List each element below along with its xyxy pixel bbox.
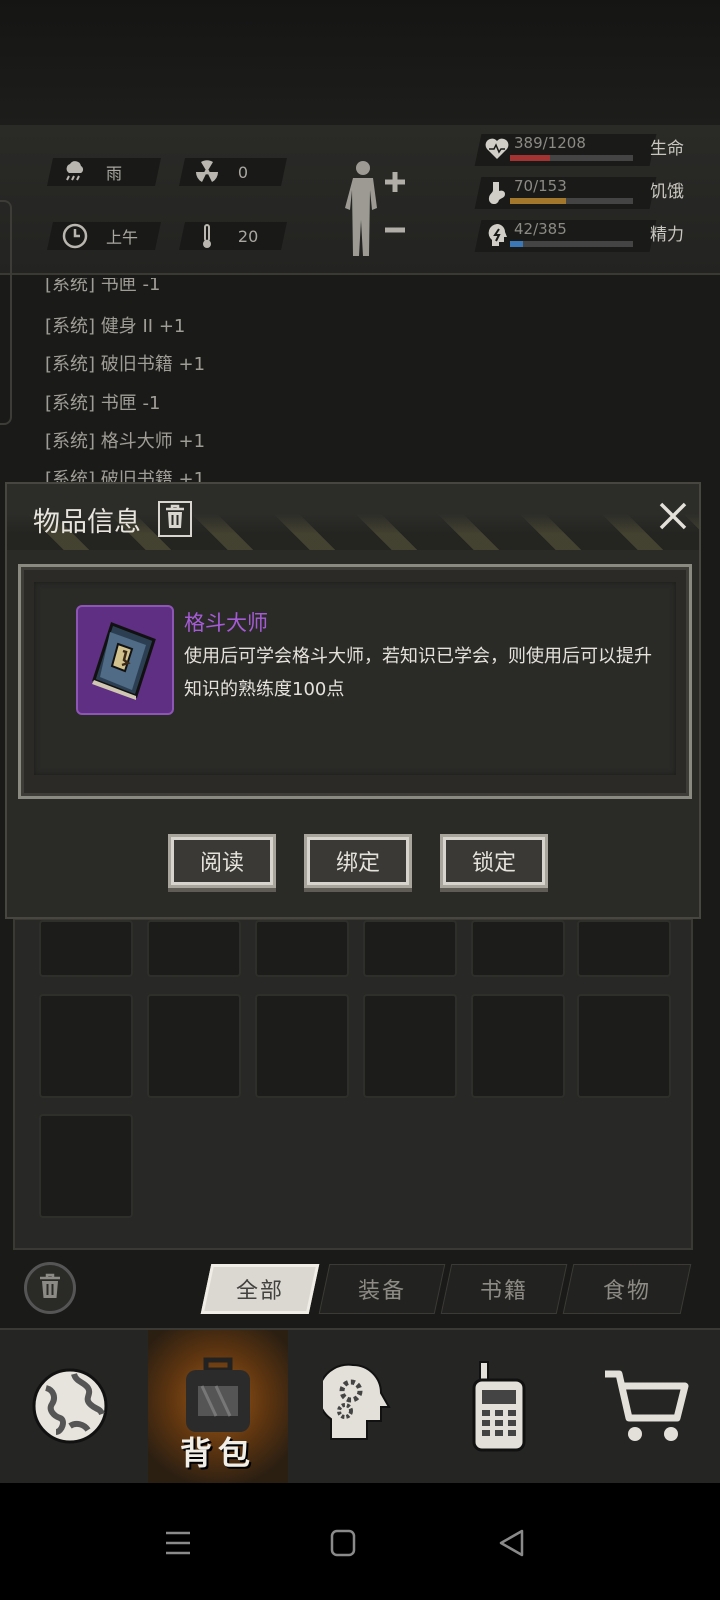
heart-icon bbox=[484, 136, 510, 162]
inventory-slot[interactable] bbox=[577, 920, 671, 977]
nav-shop[interactable] bbox=[576, 1330, 716, 1485]
lock-button-label: 锁定 bbox=[471, 851, 516, 876]
time-of-day-text: 上午 bbox=[106, 228, 139, 247]
trash-icon bbox=[38, 1272, 62, 1304]
tab-equipment-label: 装备 bbox=[357, 1279, 406, 1304]
nav-backpack-label: 背包 bbox=[179, 1434, 256, 1472]
item-name: 格斗大师 bbox=[184, 611, 268, 635]
inventory-slot[interactable] bbox=[471, 994, 565, 1098]
system-log[interactable]: [系统] 书匣 -1 [系统] 健身 II +1 [系统] 破旧书籍 +1 [系… bbox=[45, 278, 645, 483]
hunger-stat: 70/153 饥饿 bbox=[474, 175, 713, 209]
radiation-chip: 0 bbox=[179, 158, 287, 186]
log-line: [系统] 健身 II +1 bbox=[45, 316, 186, 337]
square-icon bbox=[323, 1529, 363, 1567]
bind-button[interactable]: 绑定 bbox=[304, 834, 412, 888]
health-bar-fill bbox=[510, 155, 550, 161]
lock-button[interactable]: 锁定 bbox=[440, 834, 548, 888]
close-icon bbox=[655, 502, 691, 538]
radiation-value: 0 bbox=[238, 162, 249, 182]
system-navigation-bar bbox=[0, 1483, 720, 1600]
nav-world-map[interactable] bbox=[0, 1330, 140, 1485]
hunger-value: 70/153 bbox=[514, 177, 567, 195]
energy-value: 42/385 bbox=[514, 220, 567, 238]
bottom-nav: 背包 bbox=[0, 1328, 720, 1485]
body-status-button[interactable] bbox=[345, 158, 415, 258]
dialog-title: 物品信息 bbox=[33, 507, 141, 538]
hunger-bar-fill bbox=[510, 198, 567, 204]
bind-button-label: 绑定 bbox=[335, 851, 380, 876]
tab-food[interactable]: 食物 bbox=[562, 1264, 692, 1314]
energy-stat: 42/385 精力 bbox=[474, 218, 713, 252]
tab-books-label: 书籍 bbox=[479, 1279, 528, 1304]
hunger-label: 饥饿 bbox=[650, 182, 684, 202]
inventory-slot[interactable] bbox=[255, 920, 349, 977]
health-label: 生命 bbox=[650, 139, 684, 159]
radiation-icon bbox=[192, 158, 222, 186]
inventory-grid bbox=[13, 918, 693, 1250]
brain-icon bbox=[484, 222, 510, 248]
side-drawer-handle[interactable] bbox=[0, 200, 12, 425]
log-line: [系统] 书匣 -1 bbox=[45, 393, 161, 414]
thermometer-icon bbox=[192, 222, 222, 250]
inventory-slot[interactable] bbox=[147, 920, 241, 977]
dialog-header: 物品信息 bbox=[7, 484, 699, 550]
temperature-chip: 20 bbox=[179, 222, 287, 250]
energy-bar-fill bbox=[510, 241, 524, 247]
nav-skills[interactable] bbox=[288, 1330, 428, 1485]
weather-chip: 雨 bbox=[47, 158, 161, 186]
clock-icon bbox=[60, 222, 90, 250]
log-line: [系统] 破旧书籍 +1 bbox=[45, 469, 206, 483]
read-button-label: 阅读 bbox=[199, 851, 244, 876]
stomach-icon bbox=[484, 179, 510, 205]
health-stat: 389/1208 生命 bbox=[474, 132, 713, 166]
nav-radio[interactable] bbox=[428, 1330, 568, 1485]
nav-backpack[interactable]: 背包 bbox=[148, 1330, 288, 1485]
home-button[interactable] bbox=[323, 1523, 363, 1563]
recents-button[interactable] bbox=[158, 1523, 198, 1563]
log-line: [系统] 破旧书籍 +1 bbox=[45, 354, 206, 375]
temperature-value: 20 bbox=[238, 226, 259, 246]
tab-all-label: 全部 bbox=[235, 1279, 284, 1304]
inventory-slot[interactable] bbox=[39, 994, 133, 1098]
inventory-slot[interactable] bbox=[255, 994, 349, 1098]
log-line: [系统] 格斗大师 +1 bbox=[45, 431, 206, 452]
walkie-talkie-icon bbox=[468, 1360, 528, 1456]
batch-discard-button[interactable] bbox=[24, 1262, 76, 1314]
rain-cloud-icon bbox=[60, 158, 90, 186]
inventory-slot[interactable] bbox=[39, 1114, 133, 1218]
item-info-dialog: 物品信息 格斗大师 使用后可学会格斗大师，若知识已学会，则使用后可以提升知识的熟… bbox=[5, 482, 701, 919]
inventory-slot[interactable] bbox=[147, 994, 241, 1098]
weather-text: 雨 bbox=[106, 164, 123, 183]
item-card: 格斗大师 使用后可学会格斗大师，若知识已学会，则使用后可以提升知识的熟练度100… bbox=[18, 564, 692, 799]
health-value: 389/1208 bbox=[514, 134, 586, 152]
inventory-slot[interactable] bbox=[363, 920, 457, 977]
head-gears-icon bbox=[317, 1361, 393, 1455]
close-button[interactable] bbox=[655, 498, 691, 534]
discard-trash-button[interactable] bbox=[158, 501, 192, 537]
energy-label: 精力 bbox=[650, 225, 684, 245]
book-icon bbox=[76, 605, 174, 715]
menu-icon bbox=[158, 1531, 198, 1567]
inventory-slot[interactable] bbox=[363, 994, 457, 1098]
tab-equipment[interactable]: 装备 bbox=[318, 1264, 446, 1314]
read-button[interactable]: 阅读 bbox=[168, 834, 276, 888]
trash-icon bbox=[164, 504, 186, 534]
inventory-slot[interactable] bbox=[39, 920, 133, 977]
globe-icon bbox=[30, 1366, 110, 1450]
back-triangle-icon bbox=[492, 1529, 532, 1567]
back-button[interactable] bbox=[492, 1523, 532, 1563]
inventory-slot[interactable] bbox=[471, 920, 565, 977]
item-description: 使用后可学会格斗大师，若知识已学会，则使用后可以提升知识的熟练度100点 bbox=[184, 646, 652, 700]
tab-food-label: 食物 bbox=[602, 1279, 651, 1304]
shopping-cart-icon bbox=[601, 1368, 691, 1448]
inventory-slot[interactable] bbox=[577, 994, 671, 1098]
time-chip: 上午 bbox=[47, 222, 161, 250]
tab-books[interactable]: 书籍 bbox=[440, 1264, 568, 1314]
tab-all[interactable]: 全部 bbox=[200, 1264, 320, 1314]
top-background bbox=[0, 0, 720, 140]
log-line: [系统] 书匣 -1 bbox=[45, 278, 161, 295]
